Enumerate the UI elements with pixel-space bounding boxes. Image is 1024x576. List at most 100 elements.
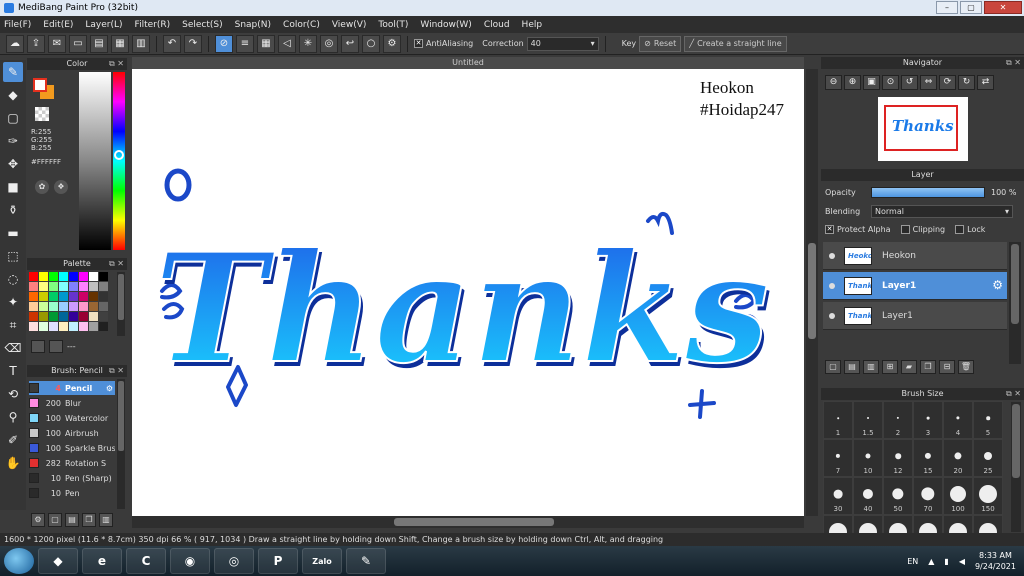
navigator-thumbnail[interactable]: Thanks	[878, 97, 968, 161]
medibang-icon[interactable]: ◎	[214, 548, 254, 574]
language-indicator[interactable]: EN	[907, 557, 918, 566]
brush-tool-icon[interactable]: ✎	[3, 62, 23, 82]
pen-tool-icon[interactable]: ✑	[3, 131, 23, 151]
palette-swatch[interactable]	[49, 272, 58, 281]
menu-file[interactable]: File(F)	[4, 20, 31, 30]
gear-icon[interactable]: ⚙	[106, 384, 113, 393]
curve-snap-icon[interactable]: ↩	[341, 34, 359, 53]
layer-item-active[interactable]: Thanks Layer1 ⚙	[823, 272, 1007, 300]
menu-cloud[interactable]: Cloud	[484, 20, 510, 30]
panel-close-icon[interactable]: ⧉ ✕	[109, 258, 124, 270]
brush-size-cell[interactable]: 30	[823, 477, 853, 515]
palette-swatch[interactable]	[79, 282, 88, 291]
add-palette-icon[interactable]	[31, 340, 45, 353]
palette-scrollbar[interactable]	[117, 272, 125, 336]
copy-brush-icon[interactable]: ❐	[82, 513, 96, 527]
palette-swatch[interactable]	[49, 322, 58, 331]
menu-tool[interactable]: Tool(T)	[378, 20, 408, 30]
palette-swatch[interactable]	[59, 322, 68, 331]
panel-close-icon[interactable]: ⧉ ✕	[109, 365, 124, 377]
blending-select[interactable]: Normal	[871, 205, 1013, 218]
maximize-button[interactable]: ▢	[960, 1, 982, 14]
menu-edit[interactable]: Edit(E)	[43, 20, 73, 30]
palette-swatch[interactable]	[89, 282, 98, 291]
palette-swatch[interactable]	[99, 282, 108, 291]
brush-size-cell[interactable]: 7	[823, 439, 853, 477]
transparent-color-swatch[interactable]	[35, 107, 49, 121]
brush-size-cell[interactable]: 12	[883, 439, 913, 477]
palette-swatch[interactable]	[29, 282, 38, 291]
gear-icon[interactable]: ⚙	[992, 278, 1003, 292]
palette-swatch[interactable]	[69, 302, 78, 311]
folder-icon[interactable]: ▰	[901, 360, 917, 374]
panel-icon[interactable]: ▭	[69, 34, 87, 53]
text-tool-icon[interactable]: T	[3, 361, 23, 381]
brush-settings-icon[interactable]: ⚙	[31, 513, 45, 527]
brush-size-scrollbar[interactable]	[1011, 402, 1021, 532]
brush-size-cell[interactable]: 4	[943, 401, 973, 439]
new-layer-8bit-icon[interactable]: ▤	[844, 360, 860, 374]
palette-swatch[interactable]	[59, 292, 68, 301]
brush-size-cell[interactable]: 40	[853, 477, 883, 515]
palette-swatch[interactable]	[39, 272, 48, 281]
canvas-vertical-scrollbar[interactable]	[806, 69, 818, 516]
palette-swatch[interactable]	[29, 302, 38, 311]
palette-swatch[interactable]	[79, 272, 88, 281]
brush-item[interactable]: 100 Airbrush	[29, 426, 115, 440]
menu-layer[interactable]: Layer(L)	[85, 20, 122, 30]
flip-icon[interactable]: ⇔	[920, 75, 937, 90]
select-pen-icon[interactable]: ⌗	[3, 315, 23, 335]
correction-select[interactable]: 40	[526, 36, 599, 51]
palette-swatch[interactable]	[89, 312, 98, 321]
menu-snap[interactable]: Snap(N)	[235, 20, 271, 30]
rotate-reset-icon[interactable]: ⟳	[939, 75, 956, 90]
palette-swatch[interactable]	[39, 322, 48, 331]
straight-line-button[interactable]: ╱ Create a straight line	[684, 35, 787, 52]
palette-swatch[interactable]	[59, 282, 68, 291]
checkbox-icon[interactable]: ✕	[414, 39, 423, 48]
palette-swatch[interactable]	[49, 282, 58, 291]
new-layer-icon[interactable]: ▢	[825, 360, 841, 374]
network-icon[interactable]: ▮	[944, 557, 948, 566]
divide-tool-icon[interactable]: ⟲	[3, 384, 23, 404]
palette-swatch[interactable]	[79, 292, 88, 301]
panel-close-icon[interactable]: ⧉ ✕	[109, 58, 124, 70]
new-layer-1bit-icon[interactable]: ▥	[863, 360, 879, 374]
add-layer-menu-icon[interactable]: ⊞	[882, 360, 898, 374]
brush-item[interactable]: 10 Pen (Sharp)	[29, 471, 115, 485]
hue-slider[interactable]	[113, 72, 125, 250]
layer-item[interactable]: Thanks Layer1	[823, 302, 1007, 330]
undo-icon[interactable]: ↶	[163, 34, 181, 53]
palette-swatch[interactable]	[99, 302, 108, 311]
ccleaner-icon[interactable]: C	[126, 548, 166, 574]
palette-swatch[interactable]	[39, 302, 48, 311]
layer-scroll-thumb[interactable]	[1011, 244, 1019, 324]
antialiasing-toggle[interactable]: ✕ AntiAliasing	[414, 39, 473, 48]
duplicate-layer-icon[interactable]: ❐	[920, 360, 936, 374]
brush-size-cell[interactable]: 2	[883, 401, 913, 439]
panel-close-icon[interactable]: ⧉ ✕	[1006, 388, 1021, 400]
layer-scrollbar[interactable]	[1009, 242, 1021, 364]
chrome-icon[interactable]: ◉	[170, 548, 210, 574]
rotate-right-icon[interactable]: ↻	[958, 75, 975, 90]
brush-item[interactable]: 200 Blur	[29, 396, 115, 410]
fit-icon[interactable]: ▣	[863, 75, 880, 90]
palette-swatch[interactable]	[49, 302, 58, 311]
hue-knob[interactable]	[114, 150, 124, 160]
foreground-color-swatch[interactable]	[33, 78, 47, 92]
palette-swatch[interactable]	[39, 292, 48, 301]
palette-swatch[interactable]	[89, 272, 98, 281]
brush-item[interactable]: 10 Pen	[29, 486, 115, 500]
layer-visibility-icon[interactable]	[829, 252, 835, 259]
palette-swatch[interactable]	[49, 312, 58, 321]
reset-button[interactable]: ⊘ Reset	[639, 35, 682, 52]
color-history-icon[interactable]: ❖	[54, 180, 68, 194]
bucket-tool-icon[interactable]: ⚱	[3, 200, 23, 220]
ellipse-snap-icon[interactable]: ○	[362, 34, 380, 53]
palette-swatch[interactable]	[29, 292, 38, 301]
brush-size-cell[interactable]: 1.5	[853, 401, 883, 439]
merge-layer-icon[interactable]: ⊟	[939, 360, 955, 374]
rotate-left-icon[interactable]: ↺	[901, 75, 918, 90]
canvas-hscroll-thumb[interactable]	[394, 518, 554, 526]
redo-icon[interactable]: ↷	[184, 34, 202, 53]
